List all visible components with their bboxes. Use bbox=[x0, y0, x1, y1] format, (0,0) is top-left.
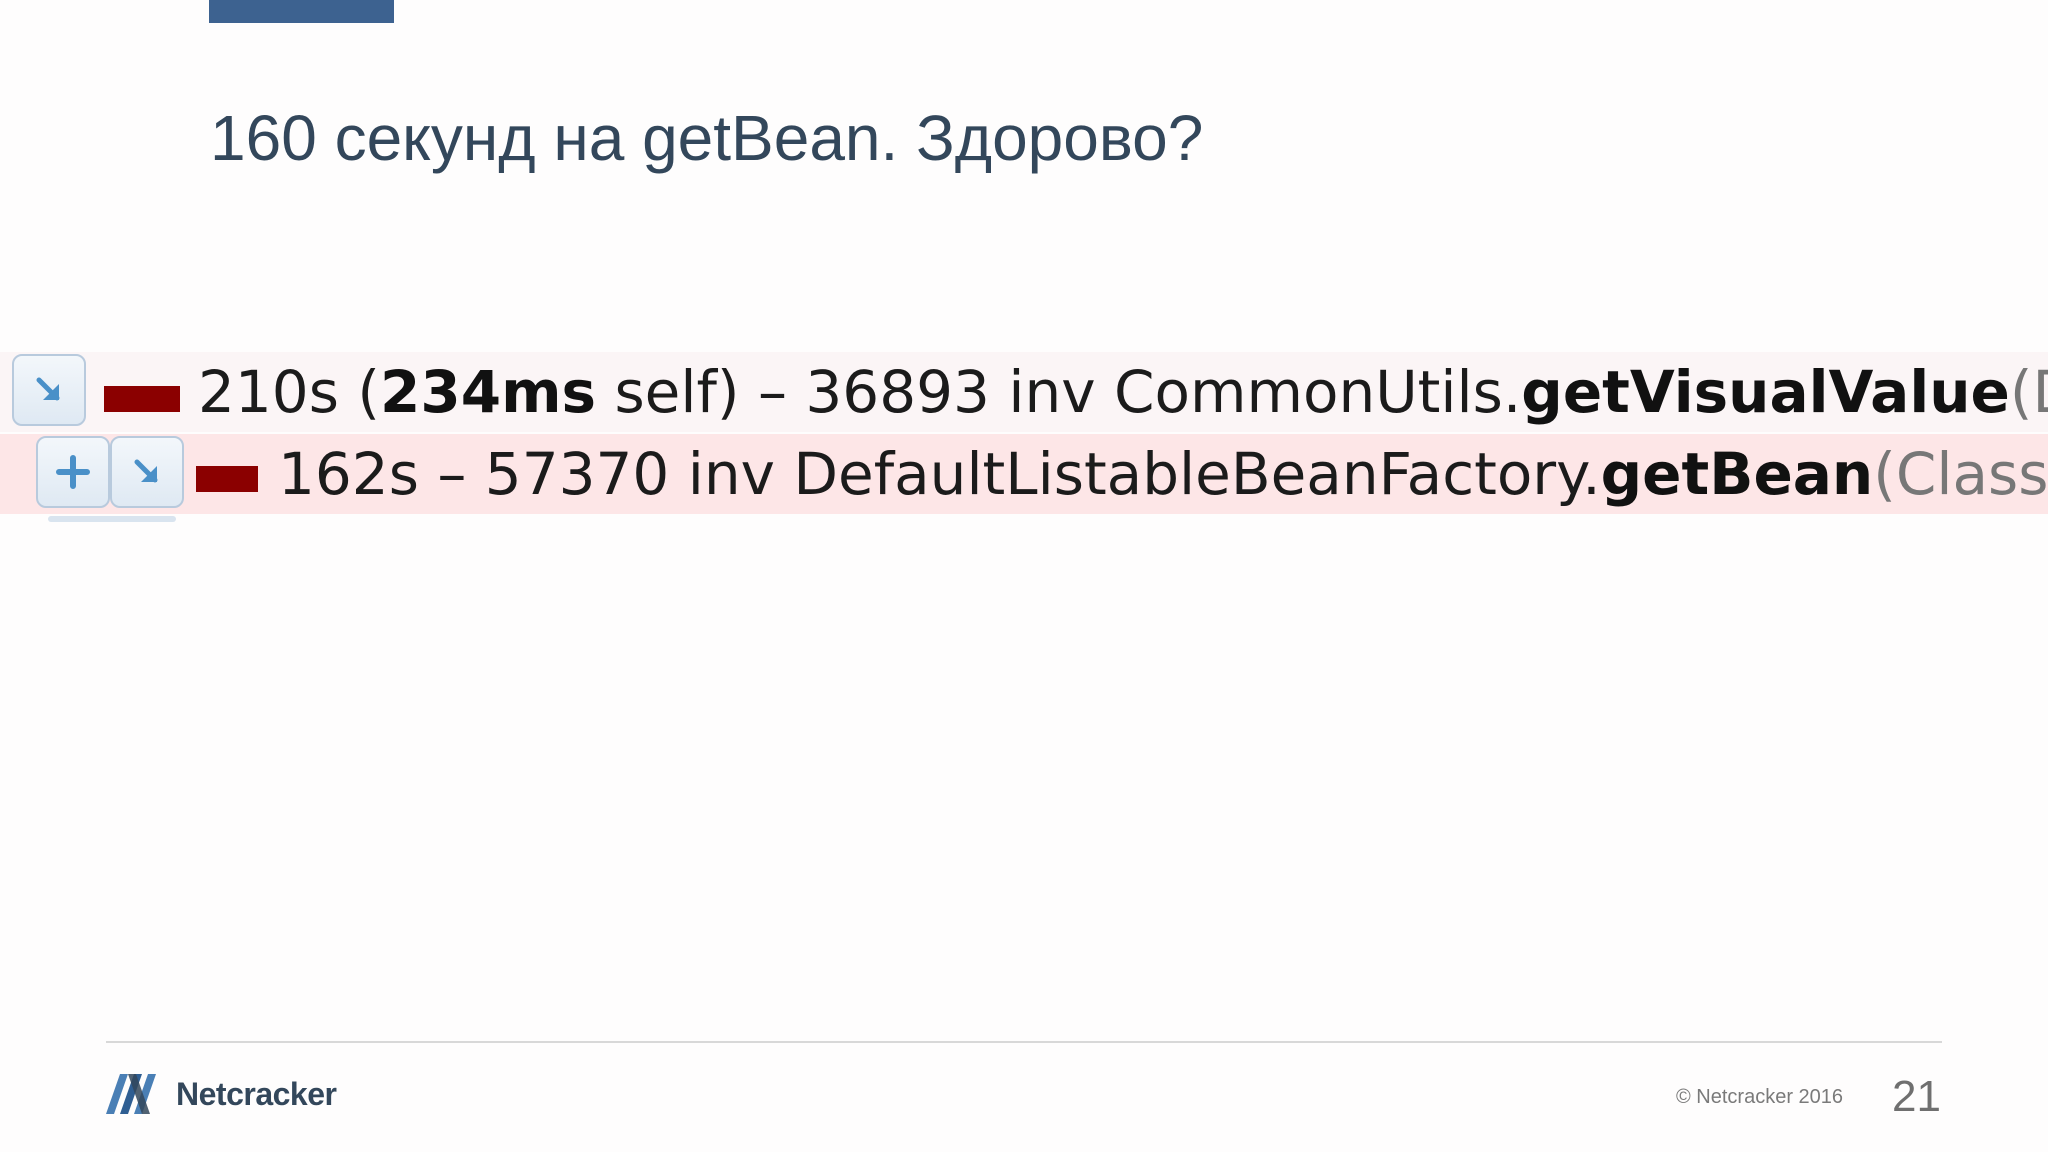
copyright-text: © Netcracker 2016 bbox=[1676, 1086, 1844, 1108]
logo-text: Netcracker bbox=[176, 1075, 337, 1112]
time-bar bbox=[104, 386, 180, 412]
time-bar bbox=[196, 466, 258, 492]
row-invocations: self) – 36893 inv CommonUtils. bbox=[596, 358, 1522, 426]
footer-divider bbox=[106, 1041, 1942, 1043]
row-params: (D bbox=[2009, 358, 2048, 426]
row-params: (Class) bbox=[1873, 440, 2048, 508]
next-row-stub bbox=[48, 516, 176, 522]
call-tree-row-text: 162s – 57370 inv DefaultListableBeanFact… bbox=[278, 438, 2048, 510]
netcracker-logo: Netcracker bbox=[106, 1074, 337, 1114]
row-time-invocations: 162s – 57370 inv DefaultListableBeanFact… bbox=[278, 440, 1601, 508]
row-self-time: 234ms bbox=[380, 358, 597, 426]
row-method: getBean bbox=[1600, 440, 1874, 508]
page-number: 21 bbox=[1892, 1072, 1941, 1121]
netcracker-logo-icon bbox=[106, 1074, 156, 1114]
top-accent-bar bbox=[209, 0, 394, 23]
arrow-down-right-icon[interactable] bbox=[110, 436, 184, 508]
row-time: 210s ( bbox=[198, 358, 380, 426]
slide-title: 160 секунд на getBean. Здорово? bbox=[210, 102, 1204, 174]
arrow-down-right-icon[interactable] bbox=[12, 354, 86, 426]
call-tree-row[interactable]: 162s – 57370 inv DefaultListableBeanFact… bbox=[0, 434, 2048, 514]
row-method: getVisualValue bbox=[1521, 358, 2010, 426]
profiler-screenshot: 210s (234ms self) – 36893 inv CommonUtil… bbox=[0, 352, 2048, 522]
plus-icon[interactable] bbox=[36, 436, 110, 508]
call-tree-row[interactable]: 210s (234ms self) – 36893 inv CommonUtil… bbox=[0, 352, 2048, 432]
call-tree-row-text: 210s (234ms self) – 36893 inv CommonUtil… bbox=[198, 356, 2048, 428]
